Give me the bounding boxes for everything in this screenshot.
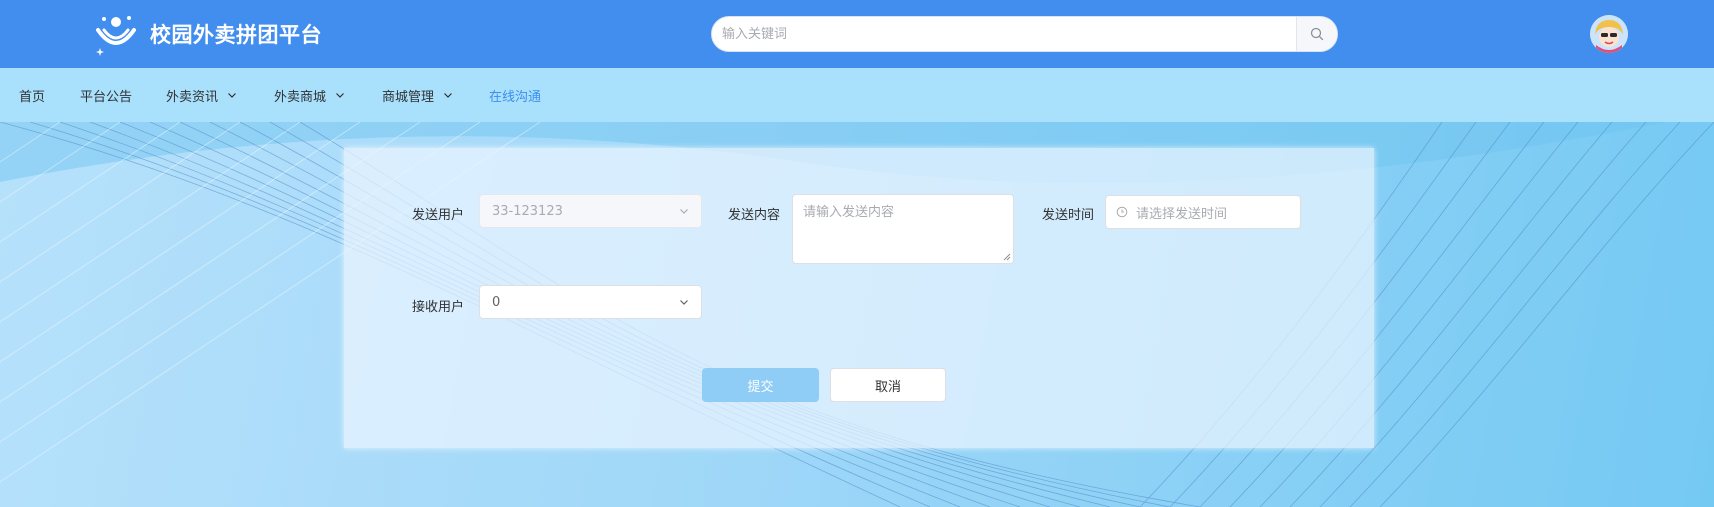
logo[interactable]: 校园外卖拼团平台 [94,10,322,58]
top-header: 校园外卖拼团平台 [0,0,1714,68]
nav-item-home[interactable]: 首页 [19,68,45,122]
nav-item-label: 外卖商城 [274,89,327,105]
nav-item-label: 外卖资讯 [166,89,219,105]
chevron-down-icon [680,300,688,305]
submit-button[interactable]: 提交 [702,368,819,402]
nav-item-label: 商城管理 [382,89,435,105]
resize-handle-icon[interactable] [1003,253,1011,261]
submit-button-label: 提交 [747,379,774,395]
chevron-down-icon [228,93,236,98]
sender-select[interactable]: 33-123123 [479,194,702,228]
content-placeholder: 请输入发送内容 [803,205,895,220]
nav-item-online-chat[interactable]: 在线沟通 [489,68,541,122]
chevron-down-icon [680,209,688,214]
receiver-label: 接收用户 [411,300,464,315]
receiver-select[interactable]: 0 [479,285,702,319]
chevron-down-icon [336,93,344,98]
main-nav: 首页 平台公告 外卖资讯 外卖商城 商城管理 在线沟通 [0,68,1714,122]
search-button[interactable] [1296,17,1337,51]
content-label: 发送内容 [727,208,780,223]
user-avatar[interactable] [1590,15,1628,53]
nav-item-mall-management[interactable]: 商城管理 [382,68,453,122]
avatar-icon [1590,15,1628,53]
logo-icon [96,16,136,56]
nav-item-takeout-mall[interactable]: 外卖商城 [274,68,345,122]
nav-item-label: 平台公告 [80,89,133,105]
search-bar [711,16,1338,52]
cancel-button[interactable]: 取消 [830,368,946,402]
nav-item-takeout-news[interactable]: 外卖资讯 [166,68,237,122]
site-title: 校园外卖拼团平台 [150,23,322,47]
nav-item-label: 首页 [19,89,46,105]
sender-label: 发送用户 [411,208,464,223]
time-label: 发送时间 [1041,208,1094,223]
time-placeholder: 请选择发送时间 [1136,206,1228,222]
search-input[interactable] [712,17,1296,51]
receiver-value: 0 [492,294,501,310]
clock-icon [1116,206,1128,218]
search-icon [1310,27,1324,41]
nav-item-announcements[interactable]: 平台公告 [80,68,132,122]
chevron-down-icon [444,93,452,98]
sender-value: 33-123123 [492,203,563,219]
nav-item-label: 在线沟通 [489,89,542,105]
time-picker[interactable]: 请选择发送时间 [1105,195,1301,229]
message-form-panel: 发送用户 33-123123 发送内容 请输入发送内容 发送时间 请选择发送时间… [344,148,1374,448]
cancel-button-label: 取消 [874,379,901,395]
content-textarea[interactable]: 请输入发送内容 [792,194,1014,264]
